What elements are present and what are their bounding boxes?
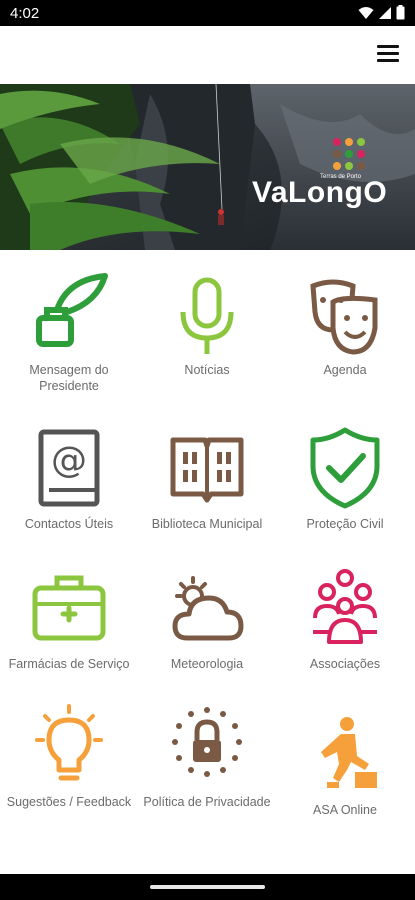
tile-label: Meteorologia	[170, 657, 244, 671]
first-aid-kit-icon	[32, 575, 106, 641]
hero-image	[0, 84, 415, 250]
tile-farmacias-servico[interactable]: Farmácias de Serviço	[0, 566, 138, 672]
cloud-sun-icon	[172, 576, 244, 641]
status-icons	[358, 5, 405, 20]
status-time: 4:02	[10, 5, 40, 22]
tile-associacoes[interactable]: Associações	[276, 566, 414, 672]
tile-label: Notícias	[184, 363, 230, 377]
svg-text:@: @	[51, 440, 87, 481]
tile-label: Farmácias de Serviço	[8, 657, 130, 671]
tile-biblioteca-municipal[interactable]: Biblioteca Municipal	[138, 426, 276, 532]
hero-banner: VaLongO Terras de Porto	[0, 84, 415, 250]
tile-label: ASA Online	[313, 803, 377, 817]
wifi-icon	[358, 6, 374, 19]
tile-contactos-uteis[interactable]: @ Contactos Úteis	[0, 426, 138, 532]
tile-label: Biblioteca Municipal	[151, 517, 263, 531]
tile-label: Proteção Civil	[306, 517, 384, 531]
address-book-icon: @	[38, 429, 100, 507]
tile-label: Mensagem do Presidente	[29, 363, 109, 393]
tile-label: Associações	[309, 657, 381, 671]
tile-mensagem-presidente[interactable]: Mensagem do Presidente	[0, 272, 138, 394]
tile-noticias[interactable]: Notícias	[138, 272, 276, 378]
tile-label: Política de Privacidade	[143, 795, 271, 809]
tile-meteorologia[interactable]: Meteorologia	[138, 566, 276, 672]
hamburger-menu-icon[interactable]	[377, 45, 399, 63]
battery-icon	[396, 5, 405, 20]
lightbulb-icon	[35, 704, 103, 781]
tile-asa-online[interactable]: ASA Online	[276, 712, 414, 818]
system-navigation-bar	[0, 874, 415, 900]
tile-label: Agenda	[323, 363, 367, 377]
home-gesture-handle[interactable]	[150, 885, 265, 889]
tile-label: Sugestões / Feedback	[6, 795, 132, 809]
theater-masks-icon	[310, 279, 378, 355]
valongo-logo-text: VaLongO	[252, 176, 388, 209]
valongo-logo-dots	[333, 138, 365, 170]
tile-protecao-civil[interactable]: Proteção Civil	[276, 426, 414, 532]
shield-check-icon	[310, 427, 380, 509]
person-step-icon	[321, 717, 377, 788]
valongo-logo-subtext: Terras de Porto	[320, 174, 362, 180]
tile-label: Contactos Úteis	[24, 517, 114, 531]
microphone-icon	[180, 277, 234, 354]
tile-sugestoes-feedback[interactable]: Sugestões / Feedback	[0, 704, 138, 810]
tile-politica-privacidade[interactable]: Política de Privacidade	[138, 704, 276, 810]
app-bar	[0, 26, 415, 84]
cellular-signal-icon	[379, 6, 391, 19]
quill-ink-icon	[36, 273, 108, 347]
people-group-icon	[313, 569, 377, 644]
padlock-stars-icon	[172, 707, 242, 777]
open-book-icon	[170, 437, 244, 503]
tile-agenda[interactable]: Agenda	[276, 272, 414, 378]
status-bar: 4:02	[0, 0, 415, 26]
